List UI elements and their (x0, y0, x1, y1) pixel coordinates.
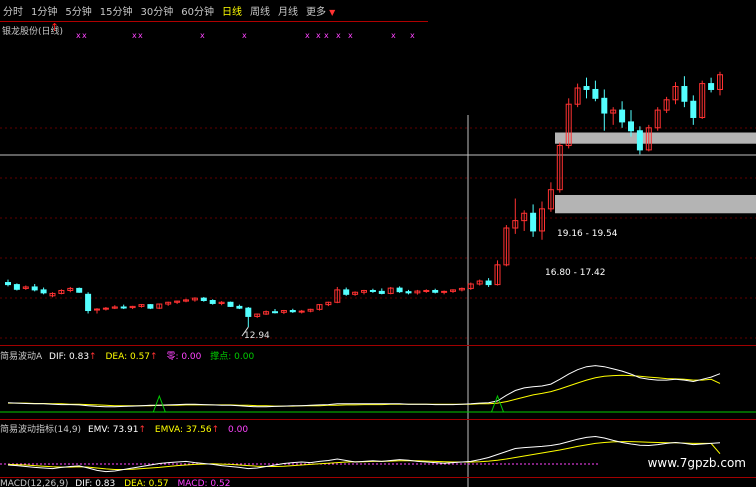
signal-x-marker: x (138, 31, 143, 40)
chart-window: 分时 1分钟 5分钟 15分钟 30分钟 60分钟 日线 周线 月线 更多 ▼ … (0, 0, 756, 487)
candle-body (272, 311, 278, 314)
candle-body (378, 290, 385, 294)
tab-30min[interactable]: 30分钟 (140, 3, 173, 18)
indicator-a-header: 简易波动A DIF: 0.83↑ DEA: 0.57↑ 零: 0.00 撑点: … (0, 352, 255, 362)
candle-body (592, 88, 599, 99)
signal-x-marker: x (348, 31, 353, 40)
candle-body (441, 290, 448, 293)
candle-body (245, 307, 252, 317)
tab-more-label: 更多 (305, 7, 326, 18)
signal-x-marker: x (391, 31, 396, 40)
candle-body (432, 289, 439, 293)
indicator-b-header: 简易波动指标(14,9) EMV: 73.91↑ EMVA: 37.56↑ 0.… (0, 425, 249, 435)
indicator-c-header: MACD(12,26,9) DIF: 0.83 DEA: 0.57 MACD: … (0, 479, 230, 487)
candle-body (227, 301, 234, 307)
tab-weekly[interactable]: 周线 (250, 3, 270, 18)
indicator-c-name: MACD(12,26,9) (0, 479, 69, 487)
dea-line (8, 374, 721, 407)
indicator-a-zero: 零: 0.00 (166, 352, 202, 362)
indicator-c-dif: DIF: 0.83 (75, 479, 116, 487)
candle-body (708, 83, 715, 90)
candle-body (94, 308, 100, 311)
candle-body (85, 293, 92, 312)
zone-lower-label: 16.80 - 17.42 (545, 268, 606, 278)
indicator-a-dea: DEA: 0.57 (105, 352, 151, 362)
indicator-b-name: 简易波动指标(14,9) (0, 425, 82, 435)
emva-line (7, 441, 721, 470)
dif-line (7, 365, 721, 408)
tab-monthly[interactable]: 月线 (278, 3, 298, 18)
tab-60min[interactable]: 60分钟 (181, 3, 214, 18)
low-price-label: 12.94 (244, 331, 270, 341)
signal-x-marker: x (336, 31, 341, 40)
signal-x-marker: x (305, 31, 310, 40)
tab-1min[interactable]: 1分钟 (31, 3, 57, 18)
indicator-b-emv: EMV: 73.91 (87, 425, 139, 435)
signal-triangle (152, 394, 166, 413)
candle-body (681, 86, 688, 102)
tab-15min[interactable]: 15分钟 (100, 3, 133, 18)
candle-body (147, 304, 154, 309)
candle-body (343, 289, 350, 295)
candle-body (405, 291, 412, 294)
signal-x-marker: x (132, 31, 137, 40)
candle-body (102, 307, 109, 310)
indicator-a-point: 撑点: 0.00 (210, 352, 255, 362)
panel-divider (0, 345, 756, 346)
candle-body (31, 286, 38, 291)
signal-x-marker: x (324, 31, 329, 40)
signal-x-marker: x (242, 31, 247, 40)
candle-body (209, 300, 216, 304)
period-tab-bar: 分时 1分钟 5分钟 15分钟 30分钟 60分钟 日线 周线 月线 更多 ▼ (0, 0, 428, 22)
candle-body (76, 287, 83, 293)
signal-x-marker: x (316, 31, 321, 40)
up-arrow-icon: ↑ (50, 21, 60, 34)
candle-body (530, 212, 537, 232)
indicator-b-emva: EMVA: 37.56 (154, 425, 212, 435)
candle-body (289, 310, 296, 313)
indicator-b-extra: 0.00 (228, 425, 249, 435)
candle-body (636, 130, 643, 151)
candle-body (236, 305, 243, 309)
candle-body (583, 86, 590, 90)
candle-body (369, 289, 376, 292)
tab-intraday[interactable]: 分时 (3, 3, 23, 18)
indicator-a-dif: DIF: 0.83 (49, 352, 90, 362)
tab-5min[interactable]: 5分钟 (65, 3, 91, 18)
signal-x-marker: x (410, 31, 415, 40)
price-zone-band (555, 194, 756, 214)
candle-body (5, 282, 11, 286)
panel-divider (0, 477, 756, 478)
price-chart[interactable]: xxxxxxxxxxxxx (0, 0, 756, 487)
candle-body (13, 284, 20, 290)
indicator-c-macd: MACD: 0.52 (177, 479, 231, 487)
indicator-a-name: 简易波动A (0, 352, 43, 362)
price-zone-band (555, 132, 756, 144)
candle-body (120, 306, 127, 309)
candle-body (40, 289, 47, 294)
watermark: www.7gpzb.com (647, 456, 746, 470)
signal-x-marker: x (82, 31, 87, 40)
candle-body (298, 310, 305, 313)
signal-x-marker: x (76, 31, 81, 40)
tab-daily[interactable]: 日线 (222, 3, 242, 18)
candle-body (200, 297, 207, 302)
panel-divider (0, 419, 756, 420)
signal-x-marker: x (200, 31, 205, 40)
candle-body (619, 109, 626, 123)
candle-body (485, 280, 492, 286)
candle-body (690, 100, 697, 118)
zone-upper-label: 19.16 - 19.54 (557, 229, 618, 239)
candle-body (396, 287, 403, 293)
tab-more[interactable]: 更多 ▼ (306, 3, 335, 18)
candle-body (423, 289, 430, 292)
candle-body (628, 121, 634, 132)
candle-body (601, 97, 608, 114)
indicator-c-dea: DEA: 0.57 (124, 479, 169, 487)
chevron-down-icon: ▼ (329, 8, 336, 17)
